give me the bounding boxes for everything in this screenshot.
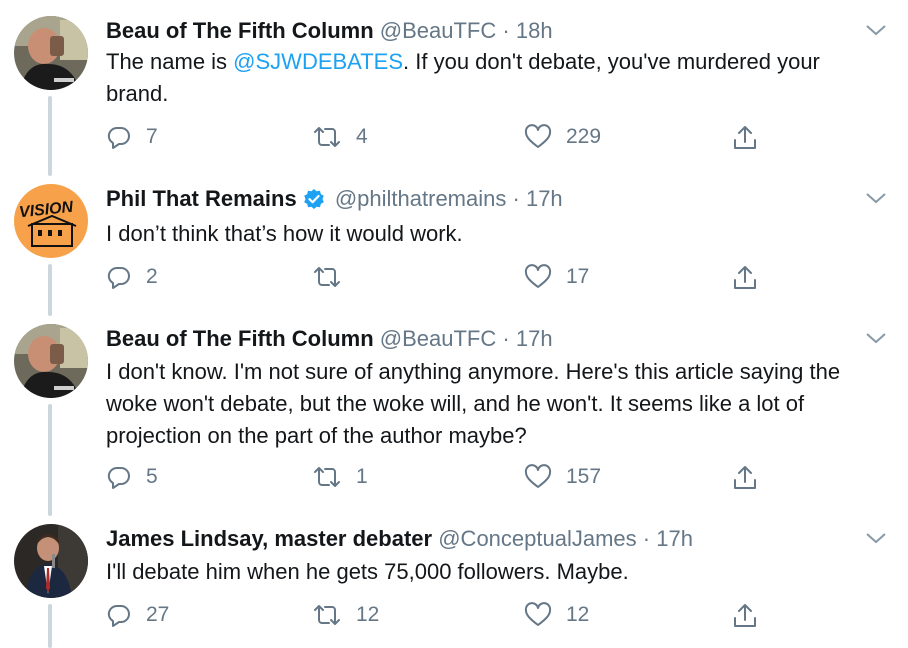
share-icon: [734, 266, 756, 289]
heart-icon: [524, 464, 552, 488]
tweet-actions: 2 17: [106, 264, 766, 294]
like-button[interactable]: 12: [524, 602, 589, 628]
tweet-actions: 7 4 229: [106, 124, 766, 154]
retweet-count: 4: [356, 125, 368, 148]
tweet-header: Phil That Remains @philthatremains · 17h: [106, 184, 563, 218]
chevron-down-icon[interactable]: [864, 190, 888, 211]
user-handle[interactable]: @ConceptualJames: [438, 526, 636, 551]
reply-count: 27: [146, 603, 170, 626]
share-button[interactable]: [732, 602, 758, 630]
retweet-button[interactable]: [312, 264, 356, 290]
reply-count: 7: [146, 125, 158, 148]
share-button[interactable]: [732, 464, 758, 492]
thread-line: [48, 264, 52, 316]
separator: ·: [502, 18, 510, 43]
reply-icon: [107, 126, 130, 149]
tweet-text-part: The name is: [106, 49, 234, 74]
tweet-text: I'll debate him when he gets 75,000 foll…: [106, 559, 629, 584]
reply-icon: [107, 604, 130, 627]
timestamp[interactable]: 17h: [656, 526, 693, 551]
display-name[interactable]: Beau of The Fifth Column: [106, 326, 374, 351]
avatar[interactable]: [14, 524, 88, 598]
chevron-down-icon[interactable]: [864, 22, 888, 43]
like-button[interactable]: 229: [524, 124, 601, 150]
share-button[interactable]: [732, 264, 758, 292]
heart-icon: [524, 124, 552, 148]
reply-icon: [107, 266, 130, 289]
mention-link[interactable]: @SJWDEBATES: [233, 49, 403, 74]
like-button[interactable]: 17: [524, 264, 589, 290]
reply-button[interactable]: 5: [106, 464, 158, 490]
separator: ·: [512, 186, 520, 211]
user-handle[interactable]: @BeauTFC: [380, 18, 496, 43]
display-name[interactable]: Phil That Remains: [106, 186, 297, 211]
share-icon: [734, 604, 756, 627]
avatar[interactable]: [14, 324, 88, 398]
reply-icon: [107, 466, 130, 489]
tweet-header: Beau of The Fifth Column @BeauTFC · 18h: [106, 16, 553, 46]
man-drinking-avatar-icon: [14, 324, 88, 398]
tweet-text: The name is @SJWDEBATES. If you don't de…: [106, 46, 886, 110]
retweet-icon: [314, 467, 340, 487]
tweet-actions: 5 1 157: [106, 464, 766, 494]
tweet-text: I don't know. I'm not sure of anything a…: [106, 359, 841, 448]
retweet-icon: [314, 127, 340, 147]
timestamp[interactable]: 18h: [516, 18, 553, 43]
retweet-count: 12: [356, 603, 380, 626]
like-count: 12: [566, 603, 590, 626]
reply-count: 5: [146, 465, 158, 488]
chevron-down-icon[interactable]: [864, 530, 888, 551]
share-icon: [734, 126, 756, 149]
share-button[interactable]: [732, 124, 758, 152]
orange-vision-logo-avatar-icon: VISION: [14, 184, 88, 258]
retweet-icon: [314, 267, 340, 287]
man-speaking-avatar-icon: [14, 524, 88, 598]
tweet-header: Beau of The Fifth Column @BeauTFC · 17h: [106, 324, 553, 354]
display-name[interactable]: James Lindsay, master debater: [106, 526, 432, 551]
thread-line: [48, 404, 52, 516]
like-count: 17: [566, 265, 590, 288]
user-handle[interactable]: @philthatremains: [335, 186, 507, 211]
reply-button[interactable]: 27: [106, 602, 169, 628]
reply-button[interactable]: 2: [106, 264, 158, 290]
retweet-count: 1: [356, 465, 368, 488]
like-count: 229: [566, 125, 602, 148]
avatar[interactable]: [14, 16, 88, 90]
tweet-text: I don’t think that’s how it would work.: [106, 221, 463, 246]
like-button[interactable]: 157: [524, 464, 601, 490]
retweet-button[interactable]: 12: [312, 602, 379, 628]
timestamp[interactable]: 17h: [526, 186, 563, 211]
tweet-header: James Lindsay, master debater @Conceptua…: [106, 524, 693, 554]
avatar[interactable]: VISION: [14, 184, 88, 258]
user-handle[interactable]: @BeauTFC: [380, 326, 496, 351]
retweet-icon: [314, 605, 340, 625]
share-icon: [734, 466, 756, 489]
verified-badge-icon: [303, 188, 325, 218]
tweet-actions: 27 12 12: [106, 602, 766, 632]
timestamp[interactable]: 17h: [516, 326, 553, 351]
retweet-button[interactable]: 4: [312, 124, 368, 150]
reply-button[interactable]: 7: [106, 124, 158, 150]
thread-line: [48, 96, 52, 176]
chevron-down-icon[interactable]: [864, 330, 888, 351]
reply-count: 2: [146, 265, 158, 288]
display-name[interactable]: Beau of The Fifth Column: [106, 18, 374, 43]
man-drinking-avatar-icon: [14, 16, 88, 90]
separator: ·: [502, 326, 510, 351]
retweet-button[interactable]: 1: [312, 464, 368, 490]
like-count: 157: [566, 465, 602, 488]
heart-icon: [524, 264, 552, 288]
separator: ·: [642, 526, 651, 551]
thread-line: [48, 604, 52, 648]
heart-icon: [524, 602, 552, 626]
